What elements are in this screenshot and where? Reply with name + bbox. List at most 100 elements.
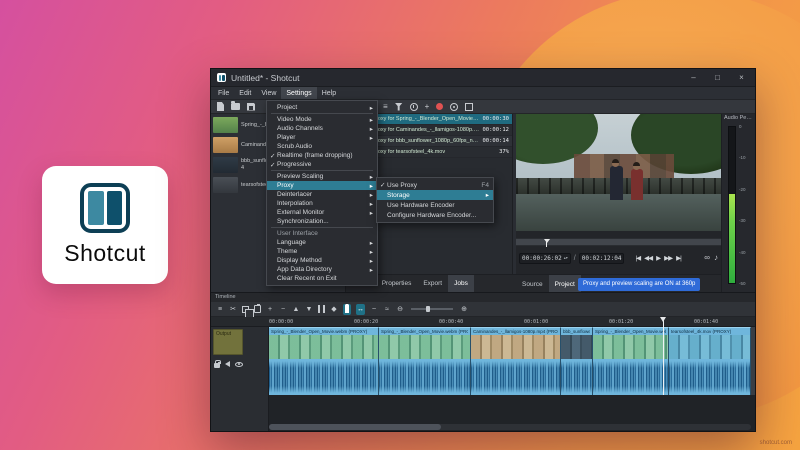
ripple-delete-icon[interactable]: − — [279, 304, 287, 315]
skip-start-button[interactable]: |◀ — [635, 254, 641, 262]
clip-waveform — [269, 361, 378, 393]
menu-item-deinterlacer[interactable]: Deinterlacer ▸ — [267, 190, 377, 199]
menu-item-interpolation[interactable]: Interpolation ▸ — [267, 199, 377, 208]
fast-forward-button[interactable]: ▶▶ — [664, 254, 673, 262]
skip-end-button[interactable]: ▶| — [676, 254, 682, 262]
timeline-horizontal-scrollbar[interactable] — [269, 424, 751, 430]
close-button[interactable]: × — [732, 69, 751, 87]
markers-icon[interactable]: ◆ — [330, 304, 338, 315]
scrollbar-thumb[interactable] — [269, 424, 441, 430]
menu-item-scrub-audio[interactable]: Scrub Audio — [267, 142, 377, 151]
tab-source[interactable]: Source — [516, 275, 549, 293]
menu-help[interactable]: Help — [317, 87, 341, 99]
menu-item-proxy[interactable]: Proxy ▸ — [267, 181, 377, 190]
preview-scrubber[interactable] — [516, 238, 721, 247]
output-track-button[interactable]: Output — [213, 329, 243, 355]
snap-magnet-icon[interactable] — [343, 303, 351, 315]
menu-item-display-method[interactable]: Display Method ▸ — [267, 256, 377, 265]
menu-file[interactable]: File — [213, 87, 234, 99]
play-button[interactable]: ▶ — [656, 254, 661, 262]
ripple-all-tracks-icon[interactable]: ≈ — [383, 304, 391, 315]
zoom-out-icon[interactable]: ⊖ — [396, 304, 404, 315]
fullscreen-icon[interactable] — [465, 102, 474, 111]
scrubber-playhead[interactable] — [543, 239, 550, 247]
submenu-item-storage[interactable]: Storage ▸ — [377, 190, 493, 200]
save-icon[interactable] — [247, 102, 255, 111]
timeline-clip[interactable]: Spring_-_Blender_Open_Movie.webm (PROXY) — [379, 327, 471, 395]
filter-icon[interactable] — [394, 102, 403, 111]
tab-jobs[interactable]: Jobs — [448, 275, 474, 292]
lift-icon[interactable]: ▲ — [292, 304, 300, 315]
menu-item-audio-channels[interactable]: Audio Channels ▸ — [267, 124, 377, 133]
timeline-clip[interactable]: bbb_sunflower_1080p_60fps_normal.mp4 (PR… — [561, 327, 593, 395]
volume-icon[interactable]: ♪ — [714, 253, 718, 263]
loop-icon[interactable]: ∞ — [704, 253, 710, 263]
add-icon[interactable]: + — [425, 102, 430, 112]
video-preview[interactable] — [516, 114, 721, 231]
append-icon[interactable]: + — [266, 304, 274, 315]
record-icon[interactable] — [436, 103, 444, 110]
rewind-button[interactable]: ◀◀ — [644, 254, 653, 262]
menu-item-preview-scaling[interactable]: Preview Scaling ▸ — [267, 172, 377, 181]
submenu-arrow-icon: ▸ — [369, 125, 373, 133]
timeline-clip[interactable]: Spring_-_Blender_Open_Movie.webm (PROXY) — [593, 327, 669, 395]
paste-icon[interactable] — [254, 304, 261, 313]
clip-label: bbb_sunflower_1080p_60fps_normal.mp4 (PR… — [563, 329, 590, 334]
tab-export[interactable]: Export — [417, 275, 448, 292]
history-icon[interactable] — [409, 102, 418, 111]
menu-item-progressive[interactable]: ✓ Progressive — [267, 160, 377, 169]
menu-edit[interactable]: Edit — [234, 87, 256, 99]
timecode-separator: / — [573, 254, 576, 262]
menu-item-synchronization[interactable]: Synchronization... — [267, 217, 377, 226]
submenu-item-use-proxy[interactable]: ✓ Use Proxy F4 — [377, 180, 493, 190]
zoom-slider[interactable] — [411, 306, 453, 312]
tab-properties[interactable]: Properties — [376, 275, 418, 292]
ruler-timecode: 00:00:00 — [269, 319, 294, 325]
open-file-icon[interactable] — [231, 101, 240, 110]
menu-item-clear-recent[interactable]: Clear Recent on Exit — [267, 274, 377, 283]
tab-project[interactable]: Project — [548, 275, 581, 293]
submenu-item-configure-hardware-encoder[interactable]: Configure Hardware Encoder... — [377, 210, 493, 220]
timeline-playhead[interactable] — [660, 317, 666, 395]
menu-item-player[interactable]: Player ▸ — [267, 133, 377, 142]
menu-item-app-data-directory[interactable]: App Data Directory ▸ — [267, 265, 377, 274]
submenu-item-use-hardware-encoder[interactable]: Use Hardware Encoder — [377, 200, 493, 210]
copy-icon[interactable] — [242, 305, 254, 318]
position-timecode[interactable]: 00:00:26:02 ▴▾ — [519, 252, 571, 264]
timeline-ruler[interactable]: 00:00:00 00:00:20 00:00:40 00:01:00 00:0… — [211, 317, 755, 327]
minimize-button[interactable]: – — [684, 69, 703, 87]
db-label: -50 — [739, 280, 746, 286]
clip-label: tearsofsteel_4k.mov (PROXY) — [671, 329, 732, 334]
zoom-in-icon[interactable]: ⊕ — [460, 304, 468, 315]
duration-timecode[interactable]: 00:02:12:04 — [578, 252, 625, 264]
menu-item-language[interactable]: Language ▸ — [267, 238, 377, 247]
timeline-vertical-scrollbar[interactable] — [751, 327, 755, 395]
clip-filmstrip — [669, 335, 750, 359]
menu-view[interactable]: View — [256, 87, 281, 99]
clip-label: Spring_-_Blender_Open_Movie.webm (PROXY) — [595, 329, 666, 334]
menu-item-user-interface[interactable]: User Interface — [267, 229, 377, 238]
menu-icon[interactable]: ≡ — [383, 102, 388, 112]
menu-item-theme[interactable]: Theme ▸ — [267, 247, 377, 256]
ripple-icon[interactable]: ~ — [370, 304, 378, 315]
cut-icon[interactable]: ✂ — [229, 304, 237, 315]
maximize-button[interactable]: □ — [708, 69, 727, 87]
overwrite-icon[interactable]: ▼ — [305, 304, 313, 315]
menu-item-video-mode[interactable]: Video Mode ▸ — [267, 115, 377, 124]
timeline-clip[interactable]: Caminandes_-_llamigos-1080p.mp4 (PROXY) — [471, 327, 561, 395]
scrub-while-dragging-icon[interactable]: ↔ — [356, 303, 365, 315]
timeline-clip[interactable]: Spring_-_Blender_Open_Movie.webm (PROXY) — [269, 327, 379, 395]
hide-track-icon[interactable] — [235, 361, 243, 367]
menu-settings[interactable]: Settings — [281, 87, 317, 99]
new-file-icon[interactable] — [217, 102, 224, 111]
menu-item-realtime[interactable]: ✓ Realtime (frame dropping) — [267, 151, 377, 160]
target-icon[interactable] — [450, 102, 459, 111]
timeline-clip[interactable]: tearsofsteel_4k.mov (PROXY) — [669, 327, 751, 395]
timecode-spinner-icon[interactable]: ▴▾ — [564, 256, 568, 260]
mute-track-icon[interactable] — [218, 361, 230, 367]
db-label: 0 — [739, 124, 742, 129]
menu-item-project[interactable]: Project ▸ — [267, 103, 377, 112]
split-icon[interactable] — [318, 305, 325, 313]
timeline-menu-icon[interactable]: ≡ — [216, 304, 224, 315]
menu-item-external-monitor[interactable]: External Monitor ▸ — [267, 208, 377, 217]
